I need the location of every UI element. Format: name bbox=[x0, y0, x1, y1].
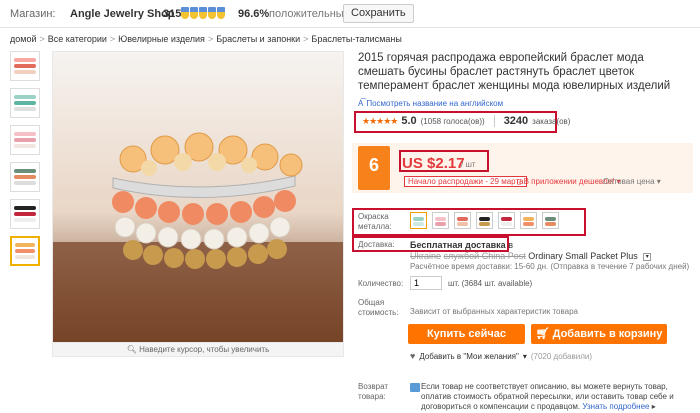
medal-icon bbox=[217, 7, 225, 19]
wholesale-price-dropdown[interactable]: Оптовая цена ▾ bbox=[603, 177, 661, 186]
breadcrumb-charm-bracelets[interactable]: Браслеты-талисманы bbox=[311, 34, 401, 44]
medal-icon bbox=[199, 7, 207, 19]
breadcrumb-separator: > bbox=[303, 34, 309, 44]
thumbnail-6-selected[interactable] bbox=[10, 236, 40, 266]
color-swatch-4[interactable] bbox=[476, 212, 493, 229]
color-swatch-1[interactable] bbox=[410, 212, 427, 229]
add-to-cart-label: Добавить в корзину bbox=[552, 328, 663, 340]
return-label: Возврат товара: bbox=[358, 382, 388, 401]
shipping-country: Ukraine bbox=[410, 251, 442, 261]
thumbnail-2[interactable] bbox=[10, 88, 40, 118]
color-swatch-2[interactable] bbox=[432, 212, 449, 229]
orders-label: заказа(ов) bbox=[532, 116, 571, 126]
translate-icon: A͡ bbox=[358, 99, 364, 108]
store-name-link[interactable]: Angle Jewelry Shop bbox=[70, 8, 175, 20]
shipping-method-line[interactable]: Ukraine службой China Post Ordinary Smal… bbox=[410, 251, 652, 261]
color-swatch-5[interactable] bbox=[498, 212, 515, 229]
translate-title-link[interactable]: A͡ Посмотреть название на английском bbox=[358, 99, 503, 108]
phone-icon: ▯ bbox=[517, 177, 524, 186]
votes-link[interactable]: (1058 голоса(ов)) bbox=[421, 117, 485, 126]
shipping-to: в bbox=[508, 240, 513, 250]
color-label: Окраска металла: bbox=[358, 212, 392, 231]
chevron-down-icon[interactable]: ▾ bbox=[523, 352, 527, 361]
shipping-label: Доставка: bbox=[358, 240, 395, 249]
breadcrumb-separator: > bbox=[207, 34, 214, 44]
quantity-label: Количество: bbox=[358, 279, 404, 288]
orders-count: 3240 bbox=[503, 115, 529, 127]
rating-stars-icon: ★★★★★ bbox=[362, 115, 398, 126]
thumbnail-4[interactable] bbox=[10, 162, 40, 192]
save-store-button[interactable]: Сохранить bbox=[343, 4, 414, 23]
store-label: Магазин: bbox=[10, 8, 56, 20]
sale-start-badge: Начало распродажи - 29 марта bbox=[404, 176, 528, 187]
color-swatches bbox=[410, 212, 559, 229]
free-shipping-text: Бесплатная доставка в bbox=[410, 240, 513, 250]
return-policy-text: Если товар не соответствует описанию, вы… bbox=[421, 382, 674, 411]
medal-icon bbox=[208, 7, 216, 19]
thumbnail-list bbox=[10, 51, 44, 273]
shipping-time-note: Расчётное время доставки: 15-60 дн. (Отп… bbox=[410, 262, 690, 271]
product-title: 2015 горячая распродажа европейский брас… bbox=[358, 52, 671, 92]
color-swatch-6[interactable] bbox=[520, 212, 537, 229]
divider bbox=[493, 115, 495, 127]
breadcrumb-jewelry[interactable]: Ювелирные изделия bbox=[118, 34, 205, 44]
app-deal-text: В приложении дешевле! bbox=[523, 177, 615, 186]
wholesale-text: Оптовая цена bbox=[603, 177, 655, 186]
promo-badge-number: 6 bbox=[368, 155, 379, 175]
buy-now-button[interactable]: Купить сейчас bbox=[408, 324, 525, 344]
return-more-link[interactable]: Узнать подробнее bbox=[582, 402, 649, 411]
zoom-hint: 🔍︎ Наведите курсор, чтобы увеличить bbox=[52, 343, 344, 357]
price-value: US $2.17 bbox=[402, 155, 465, 172]
shipping-method: Ordinary Small Packet Plus bbox=[528, 251, 638, 261]
quantity-input[interactable] bbox=[410, 276, 442, 290]
breadcrumb-bracelets[interactable]: Браслеты и запонки bbox=[216, 34, 300, 44]
store-rank-medals bbox=[181, 7, 225, 19]
shipping-carrier: службой China Post bbox=[443, 251, 526, 261]
medal-icon bbox=[190, 7, 198, 19]
breadcrumb-home[interactable]: домой bbox=[10, 34, 36, 44]
breadcrumb-separator: > bbox=[109, 34, 116, 44]
rating-value: 5.0 bbox=[401, 115, 417, 127]
return-policy-icon bbox=[410, 383, 420, 392]
thumbnail-1[interactable] bbox=[10, 51, 40, 81]
breadcrumb-separator: > bbox=[39, 34, 45, 44]
thumbnail-5[interactable] bbox=[10, 199, 40, 229]
add-to-cart-button[interactable]: 🛒︎ Добавить в корзину bbox=[531, 324, 667, 344]
main-product-image[interactable] bbox=[52, 51, 344, 343]
wishlist-link[interactable]: Добавить в "Мои желания" bbox=[419, 352, 519, 361]
wishlist-count: (7020 добавили) bbox=[530, 351, 593, 361]
wishlist-row: ♥ Добавить в "Мои желания" ▾ (7020 добав… bbox=[410, 351, 592, 361]
store-score: 315 bbox=[163, 8, 182, 20]
color-swatch-7[interactable] bbox=[542, 212, 559, 229]
medal-icon bbox=[181, 7, 189, 19]
breadcrumb-all-categories[interactable]: Все категории bbox=[48, 34, 107, 44]
bracelet-stack-image bbox=[53, 52, 343, 342]
color-swatch-3[interactable] bbox=[454, 212, 471, 229]
total-label: Общая стоимость: bbox=[358, 298, 399, 317]
total-note: Зависит от выбранных характеристик товар… bbox=[410, 307, 578, 316]
magnifier-icon: 🔍︎ bbox=[126, 345, 140, 354]
zoom-hint-text: Наведите курсор, чтобы увеличить bbox=[139, 345, 270, 354]
quantity-available: шт. (3684 шт. available) bbox=[448, 279, 533, 288]
heart-icon[interactable]: ♥ bbox=[410, 351, 415, 361]
thumbnail-3[interactable] bbox=[10, 125, 40, 155]
free-shipping-label: Бесплатная доставка bbox=[410, 240, 506, 250]
store-header: Магазин: Angle Jewelry Shop 315 96.6% по… bbox=[0, 0, 700, 28]
breadcrumb: домой > Все категории > Ювелирные издели… bbox=[10, 34, 402, 44]
promo-6-icon: 6 bbox=[358, 146, 390, 190]
cart-icon: 🛒︎ bbox=[535, 328, 553, 340]
positive-feedback-pct: 96.6% bbox=[238, 8, 270, 20]
translate-title-text[interactable]: Посмотреть название на английском bbox=[366, 99, 503, 108]
rating-row: ★★★★★ 5.0 (1058 голоса(ов)) 3240 заказа(… bbox=[362, 115, 570, 127]
chevron-down-icon[interactable]: ▾ bbox=[643, 252, 652, 261]
price-unit: / шт bbox=[461, 160, 476, 169]
